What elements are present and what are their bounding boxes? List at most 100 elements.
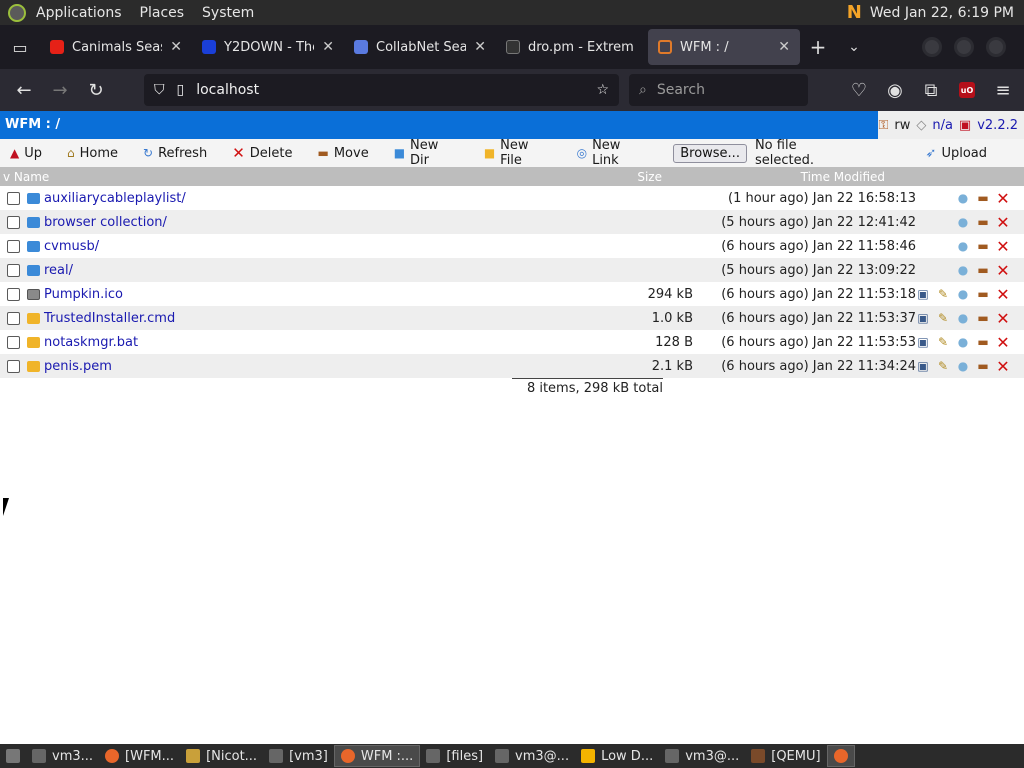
- delete-icon[interactable]: ✕: [996, 285, 1010, 304]
- refresh-button[interactable]: ↻ Refresh: [143, 146, 207, 161]
- taskbar-item[interactable]: [Nicot...: [180, 745, 263, 767]
- menu-icon[interactable]: ≡: [990, 72, 1016, 108]
- home-button[interactable]: ⌂ Home: [67, 146, 118, 161]
- delete-icon[interactable]: ✕: [996, 237, 1010, 256]
- delete-icon[interactable]: ✕: [996, 261, 1010, 280]
- shield-icon[interactable]: ⛉: [154, 82, 165, 98]
- file-name-link[interactable]: TrustedInstaller.cmd: [44, 311, 633, 326]
- edit-icon[interactable]: ✎: [936, 335, 950, 349]
- new-link-button[interactable]: ◎ New Link: [577, 138, 649, 168]
- url-text[interactable]: localhost: [196, 82, 584, 98]
- taskbar-item[interactable]: [files]: [420, 745, 489, 767]
- truck-icon[interactable]: ▬: [976, 359, 990, 373]
- up-button[interactable]: ▲ Up: [10, 146, 42, 161]
- taskbar-item[interactable]: vm3@...: [489, 745, 575, 767]
- version-link[interactable]: v2.2.2: [977, 118, 1018, 133]
- truck-icon[interactable]: ▬: [976, 215, 990, 229]
- taskbar-item[interactable]: [QEMU]: [745, 745, 826, 767]
- notification-icon[interactable]: N: [847, 2, 862, 23]
- tab-wfm[interactable]: WFM : / ✕: [648, 29, 800, 65]
- info-icon[interactable]: ●: [956, 311, 970, 325]
- info-icon[interactable]: ●: [956, 335, 970, 349]
- close-icon[interactable]: ✕: [170, 39, 182, 55]
- file-name-link[interactable]: browser collection/: [44, 215, 633, 230]
- row-checkbox[interactable]: [7, 239, 20, 253]
- new-tab-button[interactable]: +: [800, 35, 836, 59]
- list-all-tabs-button[interactable]: ⌄: [836, 39, 872, 55]
- close-icon[interactable]: ✕: [778, 39, 790, 55]
- delete-button[interactable]: ✕ Delete: [232, 144, 292, 162]
- taskbar-item[interactable]: WFM :...: [333, 745, 421, 767]
- name-column-header[interactable]: v Name: [0, 170, 620, 184]
- info-icon[interactable]: ●: [956, 191, 970, 205]
- account-icon[interactable]: ◉: [882, 72, 908, 108]
- taskbar-item[interactable]: vm3@...: [659, 745, 745, 767]
- delete-icon[interactable]: ✕: [996, 189, 1010, 208]
- url-bar[interactable]: ⛉ ▯ localhost ☆: [144, 74, 619, 106]
- row-checkbox[interactable]: [7, 311, 20, 325]
- pocket-icon[interactable]: ♡: [846, 72, 872, 108]
- truck-icon[interactable]: ▬: [976, 311, 990, 325]
- bookmark-star-icon[interactable]: ☆: [596, 82, 609, 98]
- file-name-link[interactable]: notaskmgr.bat: [44, 335, 633, 350]
- system-menu[interactable]: System: [202, 5, 254, 21]
- file-name-link[interactable]: penis.pem: [44, 359, 633, 374]
- delete-icon[interactable]: ✕: [996, 357, 1010, 376]
- show-desktop-button[interactable]: [0, 745, 26, 767]
- file-name-link[interactable]: real/: [44, 263, 633, 278]
- save-icon[interactable]: ▣: [916, 311, 930, 325]
- new-file-button[interactable]: ■ New File: [484, 138, 552, 168]
- truck-icon[interactable]: ▬: [976, 287, 990, 301]
- clock[interactable]: Wed Jan 22, 6:19 PM: [870, 5, 1014, 21]
- truck-icon[interactable]: ▬: [976, 263, 990, 277]
- row-checkbox[interactable]: [7, 359, 20, 373]
- forward-button[interactable]: →: [42, 72, 78, 108]
- tab-canimals[interactable]: Canimals Season ✕: [40, 29, 192, 65]
- file-name-link[interactable]: auxiliarycableplaylist/: [44, 191, 633, 206]
- info-icon[interactable]: ●: [956, 239, 970, 253]
- close-window-button[interactable]: [986, 37, 1006, 57]
- row-checkbox[interactable]: [7, 263, 20, 277]
- move-button[interactable]: ▬ Move: [317, 146, 368, 161]
- save-icon[interactable]: ▣: [916, 359, 930, 373]
- taskbar-item[interactable]: [WFM...: [99, 745, 180, 767]
- upload-button[interactable]: ➶ Upload: [926, 146, 987, 161]
- back-button[interactable]: ←: [6, 72, 42, 108]
- tab-collabnet[interactable]: CollabNet Sear ✕: [344, 29, 496, 65]
- taskbar-item[interactable]: [826, 745, 855, 767]
- row-checkbox[interactable]: [7, 215, 20, 229]
- save-icon[interactable]: ▣: [916, 335, 930, 349]
- edit-icon[interactable]: ✎: [936, 287, 950, 301]
- na-link[interactable]: n/a: [932, 118, 953, 133]
- truck-icon[interactable]: ▬: [976, 239, 990, 253]
- delete-icon[interactable]: ✕: [996, 333, 1010, 352]
- delete-icon[interactable]: ✕: [996, 213, 1010, 232]
- row-checkbox[interactable]: [7, 191, 20, 205]
- maximize-button[interactable]: [954, 37, 974, 57]
- distro-logo-icon[interactable]: [8, 3, 26, 22]
- info-icon[interactable]: ●: [956, 215, 970, 229]
- minimize-button[interactable]: [922, 37, 942, 57]
- close-icon[interactable]: ✕: [322, 39, 334, 55]
- browse-button[interactable]: Browse...: [673, 143, 747, 163]
- applications-menu[interactable]: Applications: [36, 5, 122, 21]
- info-icon[interactable]: ●: [956, 263, 970, 277]
- size-column-header[interactable]: Size: [620, 170, 662, 184]
- edit-icon[interactable]: ✎: [936, 359, 950, 373]
- extensions-icon[interactable]: ⧉: [918, 72, 944, 108]
- close-icon[interactable]: ✕: [474, 39, 486, 55]
- taskbar-item[interactable]: Low D...: [575, 745, 659, 767]
- save-icon[interactable]: ▣: [916, 287, 930, 301]
- tab-dropm[interactable]: dro.pm - Extrem: [496, 29, 648, 65]
- info-icon[interactable]: ●: [956, 287, 970, 301]
- file-name-link[interactable]: Pumpkin.ico: [44, 287, 633, 302]
- firefox-view-icon[interactable]: ▭: [0, 25, 40, 69]
- truck-icon[interactable]: ▬: [976, 335, 990, 349]
- new-dir-button[interactable]: ■ New Dir: [394, 138, 459, 168]
- edit-icon[interactable]: ✎: [936, 311, 950, 325]
- taskbar-item[interactable]: vm3...: [26, 745, 99, 767]
- tab-y2down[interactable]: Y2DOWN - The ✕: [192, 29, 344, 65]
- search-input[interactable]: ⌕ Search: [629, 74, 808, 106]
- info-icon[interactable]: ●: [956, 359, 970, 373]
- ublock-icon[interactable]: uO: [954, 72, 980, 108]
